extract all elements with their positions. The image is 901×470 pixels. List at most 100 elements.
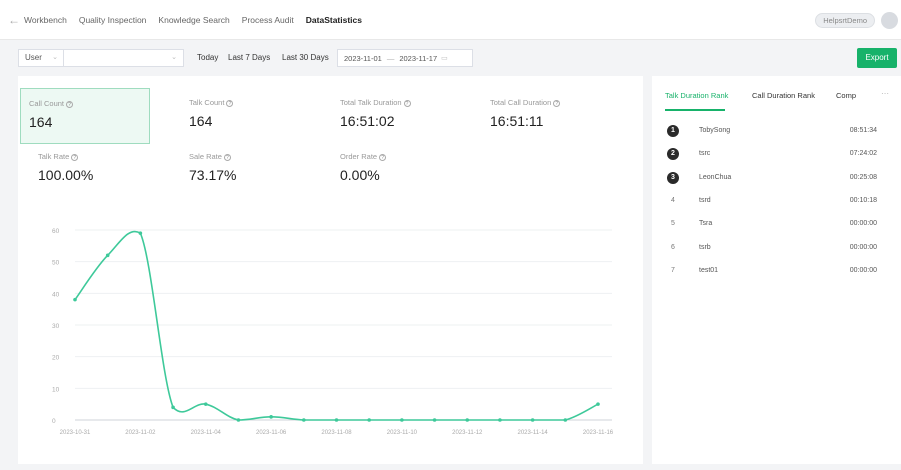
tab-comp[interactable]: Comp — [836, 91, 856, 100]
filter-bar: User ⌄ ⌄ Today Last 7 Days Last 30 Days … — [0, 40, 901, 76]
ranking-tabs: Talk Duration Rank Call Duration Rank Co… — [652, 76, 901, 112]
chevron-down-icon: ⌄ — [52, 54, 58, 61]
rank-name: TobySong — [699, 127, 731, 134]
stat-total-talk-duration[interactable]: Total Talk Duration? 16:51:02 — [332, 88, 462, 144]
series-line — [74, 230, 599, 421]
x-tick-label: 2023-11-12 — [452, 430, 483, 436]
stat-talk-rate[interactable]: Talk Rate? 100.00% — [30, 142, 160, 198]
tab-talk-duration-rank[interactable]: Talk Duration Rank — [665, 91, 728, 100]
rank-row[interactable]: 4 tsrd 00:10:18 — [652, 190, 901, 214]
help-icon[interactable]: ? — [403, 99, 411, 107]
stat-talk-count[interactable]: Talk Count? 164 — [181, 88, 311, 144]
ranking-panel: Talk Duration Rank Call Duration Rank Co… — [652, 76, 901, 464]
user-menu[interactable]: HelpsrtDemo — [815, 13, 875, 28]
rank-name: test01 — [699, 266, 719, 274]
help-icon[interactable]: ? — [223, 153, 231, 161]
stat-sale-rate[interactable]: Sale Rate? 73.17% — [181, 142, 311, 198]
data-point — [432, 418, 437, 422]
stat-value: 16:51:02 — [340, 113, 395, 129]
rank-number: 3 — [667, 171, 679, 184]
date-end: 2023-11-17 — [399, 53, 438, 63]
tab-data-statistics[interactable]: DataStatistics — [306, 15, 362, 25]
rank-name: LeonChua — [699, 173, 732, 181]
stat-label: Total Call Duration — [490, 98, 552, 107]
rank-row[interactable]: 6 tsrb 00:00:00 — [652, 237, 901, 261]
stat-label: Order Rate — [340, 152, 378, 161]
dimension-select-value: User — [25, 53, 42, 62]
data-point — [563, 418, 568, 422]
date-separator: — — [386, 53, 395, 63]
rank-row[interactable]: 1 TobySong 08:51:34 — [652, 120, 901, 144]
x-tick-label: 2023-11-08 — [321, 430, 352, 436]
date-start: 2023-11-01 — [344, 53, 382, 63]
more-icon[interactable]: ⋯ — [881, 89, 889, 98]
rank-name: Tsra — [699, 220, 713, 228]
data-point — [73, 297, 77, 302]
rank-duration: 00:00:00 — [849, 243, 877, 251]
tab-workbench[interactable]: Workbench — [24, 15, 67, 25]
stat-label: Call Count — [29, 99, 65, 108]
date-range-picker[interactable]: 2023-11-01 — 2023-11-17 ▭ — [337, 49, 473, 67]
help-icon[interactable]: ? — [379, 153, 387, 161]
data-point — [302, 418, 306, 422]
data-point — [236, 418, 241, 422]
help-icon[interactable]: ? — [226, 99, 234, 107]
quick-range-30-days[interactable]: Last 30 Days — [282, 53, 329, 62]
stat-order-rate[interactable]: Order Rate? 0.00% — [332, 142, 462, 198]
tab-process-audit[interactable]: Process Audit — [242, 15, 294, 25]
y-tick-label: 0 — [52, 418, 56, 425]
rank-duration: 00:00:00 — [849, 220, 877, 228]
stat-value: 100.00% — [38, 167, 94, 183]
quick-range-7-days[interactable]: Last 7 Days — [228, 53, 270, 62]
rank-name: tsrc — [699, 150, 711, 158]
rank-name: tsrd — [699, 196, 711, 204]
quick-range-today[interactable]: Today — [197, 53, 218, 62]
stat-call-count[interactable]: Call Count? 164 — [20, 88, 150, 144]
rank-number: 5 — [671, 220, 675, 228]
rank-number: 2 — [667, 148, 679, 161]
stat-label: Total Talk Duration — [340, 98, 402, 107]
rank-row[interactable]: 2 tsrc 07:24:02 — [652, 143, 901, 167]
data-point — [334, 418, 339, 422]
rank-number: 1 — [667, 125, 679, 137]
data-point — [498, 418, 502, 422]
tab-quality-inspection[interactable]: Quality Inspection — [79, 15, 147, 25]
rank-row[interactable]: 3 LeonChua 00:25:08 — [652, 167, 901, 191]
y-tick-label: 20 — [52, 355, 60, 362]
y-tick-label: 40 — [52, 291, 60, 298]
user-select[interactable]: ⌄ — [64, 49, 184, 67]
stat-value: 0.00% — [340, 167, 380, 183]
avatar[interactable] — [881, 12, 898, 29]
rank-number: 4 — [671, 196, 675, 204]
rank-number: 7 — [671, 266, 675, 274]
rank-duration: 00:25:08 — [849, 173, 877, 181]
x-tick-label: 2023-11-06 — [256, 430, 287, 436]
back-arrow-icon[interactable]: ← — [4, 13, 24, 27]
data-point — [203, 402, 208, 406]
rank-row[interactable]: 5 Tsra 00:00:00 — [652, 213, 901, 237]
export-button[interactable]: Export — [857, 48, 897, 68]
data-point — [367, 418, 371, 422]
stat-label: Talk Count — [189, 98, 225, 107]
x-tick-label: 2023-11-16 — [583, 430, 614, 436]
tab-call-duration-rank[interactable]: Call Duration Rank — [752, 91, 815, 100]
help-icon[interactable]: ? — [71, 153, 79, 161]
y-tick-label: 10 — [52, 386, 60, 393]
x-tick-label: 2023-10-31 — [60, 430, 91, 436]
rank-name: tsrb — [699, 243, 711, 251]
trend-line-chart: 0 10 20 30 40 50 60 2023-10-31 2023-11-02 2023-11… — [52, 228, 614, 436]
stat-total-call-duration[interactable]: Total Call Duration? 16:51:11 — [482, 88, 612, 144]
dimension-select[interactable]: User ⌄ — [18, 49, 64, 67]
tab-knowledge-search[interactable]: Knowledge Search — [158, 15, 229, 25]
help-icon[interactable]: ? — [553, 99, 561, 107]
rank-row[interactable]: 7 test01 00:00:00 — [652, 260, 901, 284]
stat-value: 164 — [189, 113, 213, 129]
data-point — [465, 418, 470, 422]
y-tick-label: 60 — [52, 228, 60, 235]
stat-value: 16:51:11 — [490, 113, 544, 129]
statistics-panel: Call Count? 164 Talk Count? 164 Total Ta… — [18, 76, 643, 464]
data-point — [400, 418, 404, 422]
help-icon[interactable]: ? — [66, 100, 74, 108]
rank-duration: 08:51:34 — [849, 127, 877, 134]
calendar-icon: ▭ — [441, 55, 448, 62]
